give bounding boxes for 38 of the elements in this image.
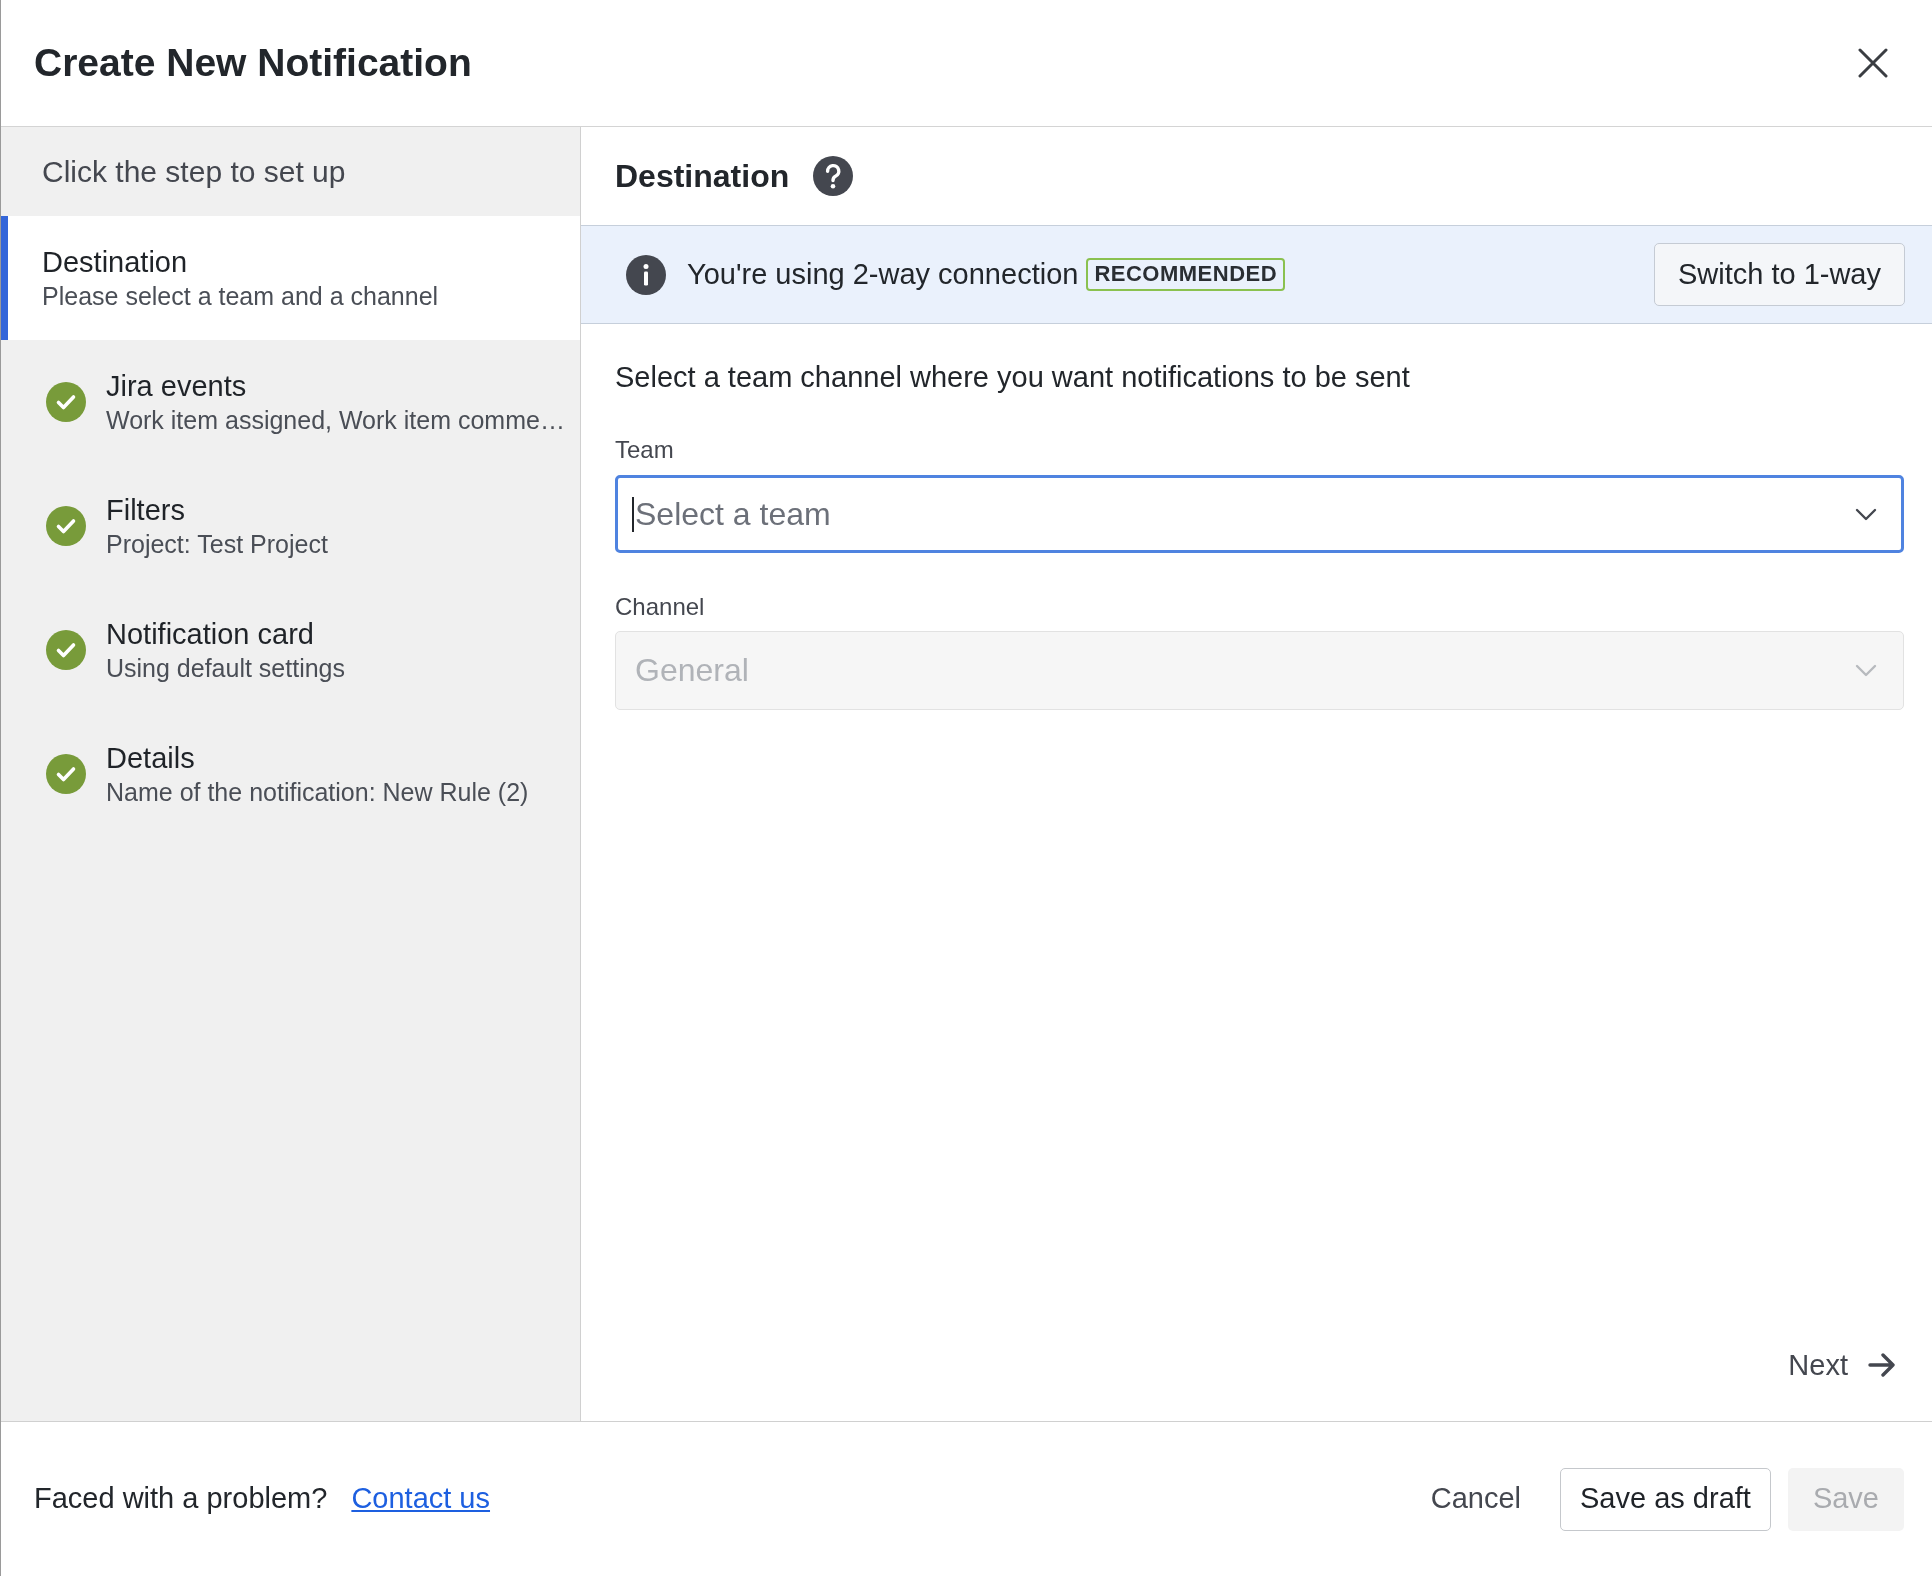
text-cursor xyxy=(632,497,634,532)
step-item[interactable]: Jira events Work item assigned, Work item comme… xyxy=(1,340,580,464)
draft-button[interactable]: Save as draft xyxy=(1560,1467,1771,1531)
arrow-right-icon xyxy=(1868,1353,1896,1377)
recommendation-tag: RECOMMENDED xyxy=(1086,258,1286,291)
close-button[interactable] xyxy=(1858,48,1888,78)
step-title: Notification card xyxy=(106,617,315,652)
step-summary: Please select a team and a channel xyxy=(42,281,439,311)
step-title: Jira events xyxy=(106,369,248,404)
contact-link[interactable]: Contact us xyxy=(351,1477,490,1521)
step-title: Destination xyxy=(42,245,189,280)
instruction-text: Select a team channel where you want notifications to be sent xyxy=(615,360,1411,394)
switch-mode-button[interactable]: Switch to 1-way xyxy=(1653,243,1905,306)
step-summary: Work item assigned, Work item comme… xyxy=(106,405,565,435)
section-heading: Destination xyxy=(615,156,790,196)
step-title: Details xyxy=(106,741,196,776)
close-icon xyxy=(1858,48,1888,78)
chevron-down-icon xyxy=(1855,508,1877,521)
help-icon[interactable] xyxy=(813,156,854,196)
step-item[interactable]: Notification card Using default settings xyxy=(1,588,580,712)
help-prompt: Faced with a problem? xyxy=(34,1481,328,1517)
step-item[interactable]: Details Name of the notification: New Rule (2) xyxy=(1,712,580,836)
info-icon xyxy=(626,254,666,295)
next-button[interactable]: Next xyxy=(1788,1348,1896,1382)
connection-message: You're using 2-way connection xyxy=(687,256,1079,292)
field-label: Channel xyxy=(615,593,706,621)
step-item[interactable]: Filters Project: Test Project xyxy=(1,464,580,588)
step-title: Filters xyxy=(106,493,186,528)
step-summary: Project: Test Project xyxy=(106,529,328,559)
sidebar-heading: Click the step to set up xyxy=(42,154,346,190)
step-summary: Name of the notification: New Rule (2) xyxy=(106,777,529,807)
step-item[interactable]: Destination Please select a team and a channel xyxy=(1,216,580,340)
cancel-button[interactable]: Cancel xyxy=(1417,1467,1534,1531)
chevron-down-icon xyxy=(1855,664,1877,677)
dialog-title: Create New Notification xyxy=(34,39,472,86)
field-label: Team xyxy=(615,436,675,464)
select-field[interactable]: Select a team xyxy=(615,475,1904,553)
step-summary: Using default settings xyxy=(106,653,346,683)
